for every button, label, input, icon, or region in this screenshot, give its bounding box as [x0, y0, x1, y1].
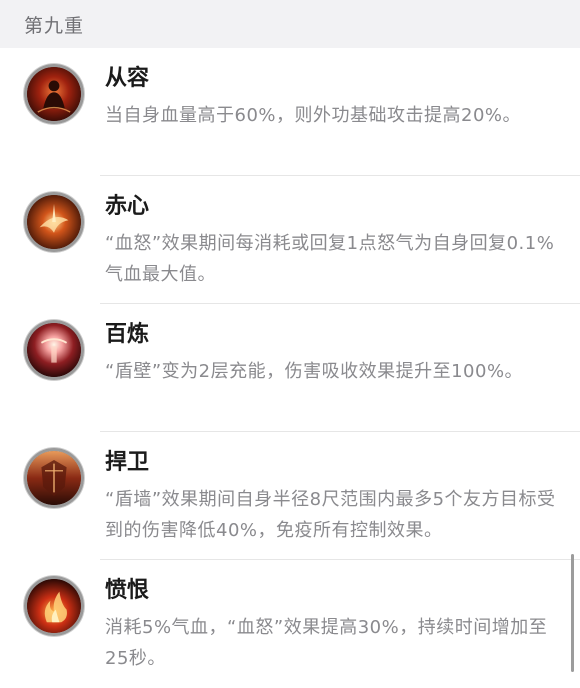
- skill-name: 赤心: [105, 194, 150, 219]
- skill-name: 从容: [105, 66, 150, 91]
- skill-item[interactable]: 愤恨 消耗5%气血，“血怒”效果提高30%，持续时间增加至25秒。: [0, 560, 580, 688]
- skill-name: 百炼: [105, 322, 150, 347]
- skill-description: “盾壁”变为2层充能，伤害吸收效果提升至100%。: [105, 361, 524, 382]
- meditating-figure-icon: [24, 64, 84, 124]
- skill-description: 当自身血量高于60%，则外功基础攻击提高20%。: [105, 105, 522, 126]
- glowing-orb-icon: [24, 320, 84, 380]
- skill-description: “盾墙”效果期间自身半径8尺范围内最多5个友方目标受到的伤害降低40%，免疫所有…: [105, 489, 556, 541]
- scrollbar-indicator[interactable]: [571, 554, 574, 672]
- skill-name: 愤恨: [105, 578, 150, 603]
- flame-icon: [24, 576, 84, 636]
- skill-item[interactable]: 赤心 “血怒”效果期间每消耗或回复1点怒气为自身回复0.1%气血最大值。: [0, 176, 580, 304]
- skill-item[interactable]: 从容 当自身血量高于60%，则外功基础攻击提高20%。: [0, 48, 580, 176]
- skill-description: “血怒”效果期间每消耗或回复1点怒气为自身回复0.1%气血最大值。: [105, 233, 555, 285]
- fire-swirl-icon: [24, 192, 84, 252]
- section-header: 第九重: [0, 0, 580, 48]
- skill-description: 消耗5%气血，“血怒”效果提高30%，持续时间增加至25秒。: [105, 617, 548, 669]
- skill-list: 从容 当自身血量高于60%，则外功基础攻击提高20%。 赤心 “血怒”效果期间每…: [0, 48, 580, 688]
- skill-item[interactable]: 捍卫 “盾墙”效果期间自身半径8尺范围内最多5个友方目标受到的伤害降低40%，免…: [0, 432, 580, 560]
- armor-guard-icon: [24, 448, 84, 508]
- section-title: 第九重: [24, 14, 85, 37]
- skill-name: 捍卫: [105, 450, 150, 475]
- skill-item[interactable]: 百炼 “盾壁”变为2层充能，伤害吸收效果提升至100%。: [0, 304, 580, 432]
